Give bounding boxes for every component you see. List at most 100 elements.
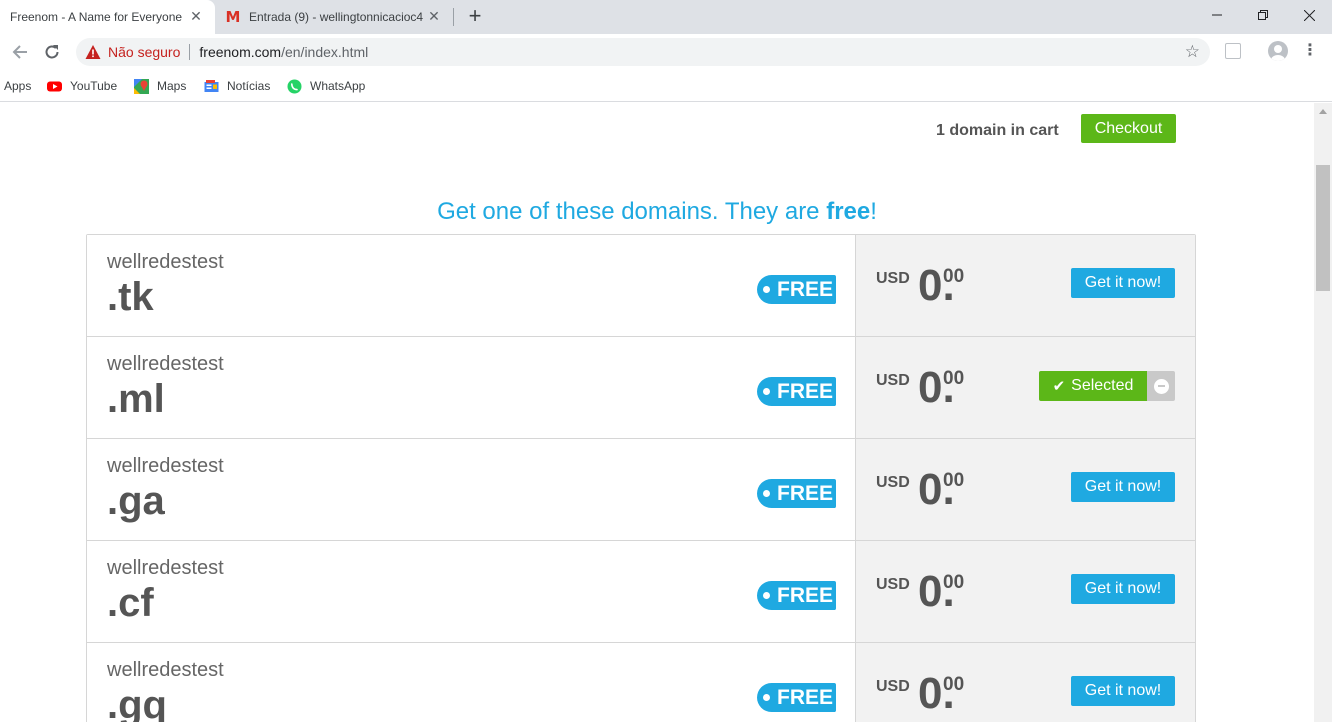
news-icon: [204, 79, 219, 92]
get-it-now-button[interactable]: Get it now!: [1071, 574, 1175, 604]
close-window-icon[interactable]: [1286, 0, 1332, 30]
selected-label: Selected: [1071, 377, 1134, 394]
url-text[interactable]: freenom.com/en/index.html: [199, 44, 368, 60]
maps-icon: [134, 78, 149, 94]
cart-summary: 1 domain in cart: [936, 122, 1059, 139]
badge-label: FREE: [777, 481, 834, 505]
profile-avatar-icon[interactable]: [1268, 41, 1288, 61]
domain-price-panel: USD 0. 00 Get it now!: [856, 439, 1195, 540]
browser-toolbar: Não seguro freenom.com/en/index.html ☆ ⋮: [0, 34, 1332, 70]
scroll-up-arrow-icon[interactable]: [1319, 109, 1327, 114]
bookmark-whatsapp[interactable]: WhatsApp: [287, 77, 365, 95]
omnibox-separator: [189, 44, 191, 60]
bookmark-label: WhatsApp: [310, 79, 366, 93]
restore-icon[interactable]: [1240, 0, 1286, 30]
close-tab-icon[interactable]: ✕: [189, 9, 203, 23]
price-currency: USD: [876, 372, 910, 389]
get-it-now-button[interactable]: Get it now!: [1071, 676, 1175, 706]
tab-separator: [453, 8, 454, 26]
bookmark-label: Apps: [4, 79, 32, 93]
whatsapp-icon: [287, 79, 302, 93]
domain-price-panel: USD 0. 00 ✔ Selected: [856, 337, 1195, 438]
domain-tld: .cf: [107, 581, 154, 625]
tab-gmail[interactable]: M Entrada (9) - wellingtonnicacioc4 ✕: [215, 0, 453, 34]
selected-group: ✔ Selected: [1039, 371, 1175, 401]
bookmark-noticias[interactable]: Notícias: [204, 77, 270, 95]
reload-icon[interactable]: [40, 40, 64, 64]
browser-menu-icon[interactable]: ⋮: [1302, 39, 1318, 63]
new-tab-button[interactable]: +: [464, 5, 486, 29]
domain-info: wellredestest .cf FREE: [87, 541, 856, 642]
tab-title: Entrada (9) - wellingtonnicacioc4: [249, 10, 424, 24]
domain-name: wellredestest: [107, 455, 224, 477]
free-badge: FREE: [757, 377, 836, 406]
bookmark-label: Notícias: [227, 79, 271, 93]
domain-tld: .tk: [107, 275, 154, 319]
badge-dot-icon: [763, 388, 770, 395]
domain-price-panel: USD 0. 00 Get it now!: [856, 643, 1195, 722]
warning-icon: [85, 45, 101, 59]
page-content: 1 domain in cart Checkout Get one of the…: [0, 103, 1314, 722]
domain-name: wellredestest: [107, 353, 224, 375]
badge-label: FREE: [777, 277, 834, 301]
domain-info: wellredestest .ga FREE: [87, 439, 856, 540]
youtube-icon: [47, 81, 62, 91]
badge-dot-icon: [763, 286, 770, 293]
checkmark-icon: ✔: [1052, 378, 1066, 395]
domain-price-panel: USD 0. 00 Get it now!: [856, 541, 1195, 642]
domain-name: wellredestest: [107, 659, 224, 681]
domain-tld: .ga: [107, 479, 165, 523]
bookmark-star-icon[interactable]: ☆: [1185, 42, 1200, 62]
bookmark-youtube[interactable]: YouTube: [47, 77, 117, 95]
tab-strip: Freenom - A Name for Everyone ✕ M Entrad…: [0, 0, 1332, 34]
price-decimals: 00: [943, 674, 965, 695]
badge-dot-icon: [763, 490, 770, 497]
price-decimals: 00: [943, 572, 965, 593]
heading-emphasis: free: [826, 198, 871, 225]
close-tab-icon[interactable]: ✕: [427, 9, 441, 23]
gmail-icon: M: [225, 8, 241, 26]
domain-name: wellredestest: [107, 251, 224, 273]
security-status[interactable]: Não seguro: [108, 44, 180, 60]
price-currency: USD: [876, 678, 910, 695]
free-badge: FREE: [757, 275, 836, 304]
tab-freenom[interactable]: Freenom - A Name for Everyone ✕: [0, 0, 215, 34]
domain-tld: .ml: [107, 377, 165, 421]
price-decimals: 00: [943, 470, 965, 491]
get-it-now-button[interactable]: Get it now!: [1071, 268, 1175, 298]
badge-label: FREE: [777, 685, 834, 709]
back-icon[interactable]: [8, 40, 32, 64]
price-decimals: 00: [943, 368, 965, 389]
badge-dot-icon: [763, 694, 770, 701]
domain-price-panel: USD 0. 00 Get it now!: [856, 235, 1195, 336]
minimize-icon[interactable]: [1194, 0, 1240, 30]
checkout-button[interactable]: Checkout: [1081, 114, 1176, 143]
bookmark-label: Maps: [157, 79, 187, 93]
domains-heading: Get one of these domains. They are free!: [0, 198, 1314, 226]
price-decimals: 00: [943, 266, 965, 287]
url-host: freenom.com: [199, 44, 282, 60]
domain-info: wellredestest .gq FREE: [87, 643, 856, 722]
badge-dot-icon: [763, 592, 770, 599]
domain-row-gq: wellredestest .gq FREE USD 0. 00 Get it …: [87, 643, 1195, 722]
domain-row-cf: wellredestest .cf FREE USD 0. 00 Get it …: [87, 541, 1195, 643]
heading-prefix: Get one of these domains. They are: [437, 198, 827, 225]
remove-domain-button[interactable]: [1147, 371, 1175, 401]
url-path: /en/index.html: [281, 44, 369, 60]
tab-title: Freenom - A Name for Everyone: [10, 10, 183, 24]
price-currency: USD: [876, 576, 910, 593]
domain-name: wellredestest: [107, 557, 224, 579]
bookmark-label: YouTube: [70, 79, 118, 93]
domain-info: wellredestest .tk FREE: [87, 235, 856, 336]
scrollbar-thumb[interactable]: [1316, 165, 1330, 291]
selected-button[interactable]: ✔ Selected: [1039, 371, 1147, 401]
extension-icon[interactable]: [1225, 43, 1241, 59]
price-currency: USD: [876, 270, 910, 287]
address-bar[interactable]: Não seguro freenom.com/en/index.html ☆: [76, 38, 1210, 66]
badge-label: FREE: [777, 379, 834, 403]
page-scrollbar[interactable]: [1314, 103, 1332, 722]
bookmark-maps[interactable]: Maps: [134, 77, 186, 95]
bookmark-apps[interactable]: Apps: [4, 77, 31, 95]
bookmarks-bar: Apps YouTube Maps Notícias WhatsApp: [0, 70, 1332, 102]
get-it-now-button[interactable]: Get it now!: [1071, 472, 1175, 502]
